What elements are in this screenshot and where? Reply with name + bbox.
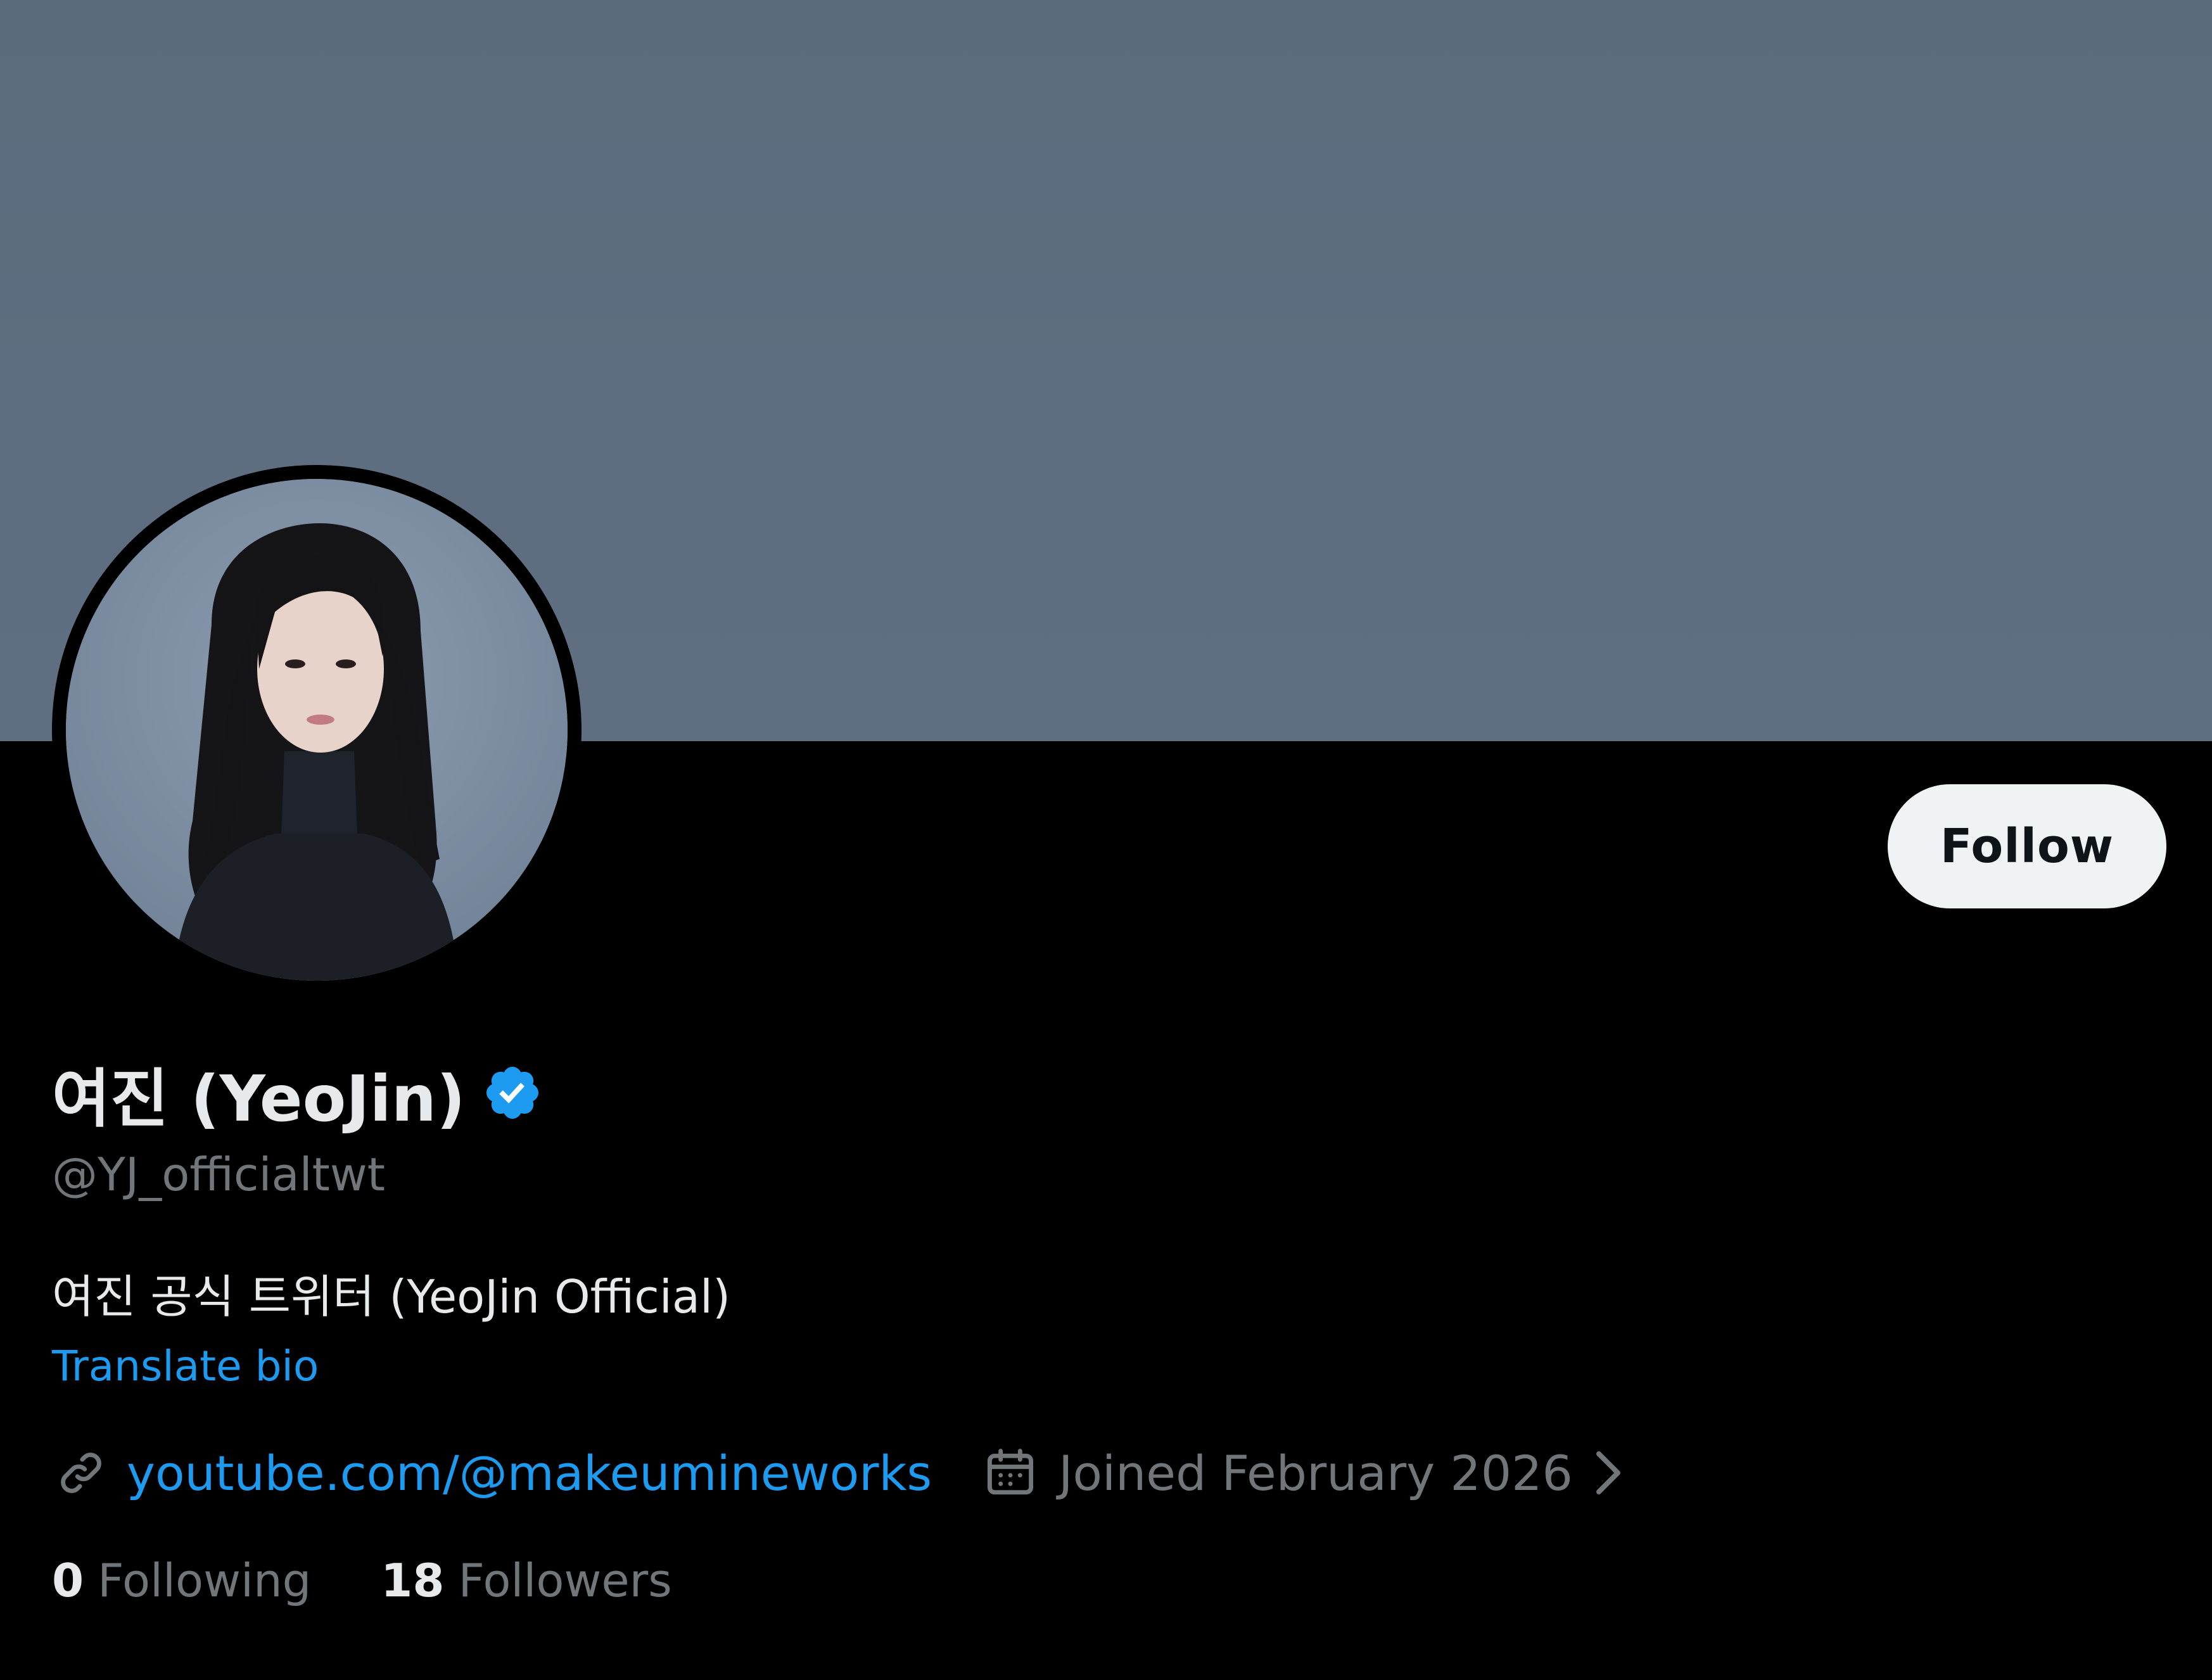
link-icon xyxy=(52,1444,110,1502)
display-name-row: 여진 (YeoJin) xyxy=(52,1052,543,1136)
user-handle: @YJ_officialtwt xyxy=(52,1148,385,1201)
joined-date[interactable]: Joined February 2026 xyxy=(1058,1445,1573,1501)
follow-stats: 0 Following 18 Followers xyxy=(52,1546,672,1615)
follow-button[interactable]: Follow xyxy=(1888,784,2166,908)
translate-bio-link[interactable]: Translate bio xyxy=(52,1342,319,1390)
avatar-photo xyxy=(66,479,568,981)
verified-badge-icon[interactable] xyxy=(482,1062,543,1123)
followers-count: 18 xyxy=(381,1554,445,1607)
profile-website-link[interactable]: youtube.com/@makeumineworks xyxy=(127,1445,932,1501)
bio-text: 여진 공식 트위터 (YeoJin Official) xyxy=(52,1270,731,1323)
followers-stat[interactable]: 18 Followers xyxy=(381,1554,671,1607)
profile-meta-row: youtube.com/@makeumineworks Joined Febru… xyxy=(52,1438,1627,1508)
display-name: 여진 (YeoJin) xyxy=(52,1061,466,1136)
followers-label: Followers xyxy=(458,1554,672,1607)
following-count: 0 xyxy=(52,1554,84,1607)
avatar[interactable] xyxy=(66,479,568,981)
following-label: Following xyxy=(98,1554,312,1607)
following-stat[interactable]: 0 Following xyxy=(52,1554,311,1607)
chevron-right-icon[interactable] xyxy=(1573,1448,1627,1498)
profile-page: Follow 여진 (YeoJin) @YJ_officialtwt 여진 공식… xyxy=(0,0,2212,1680)
calendar-icon xyxy=(981,1444,1039,1502)
